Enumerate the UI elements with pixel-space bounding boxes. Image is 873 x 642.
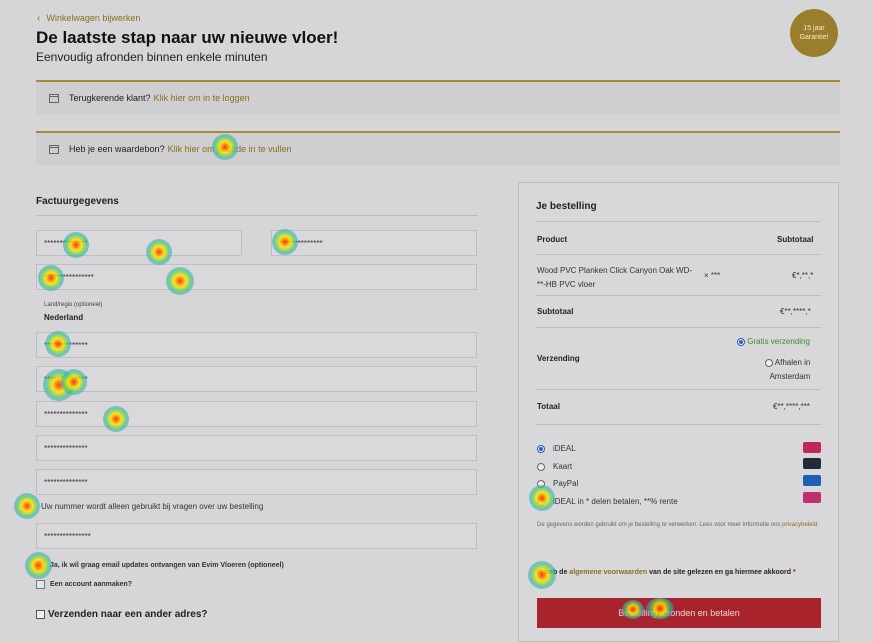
payment-ideal-in3-radio[interactable]	[537, 497, 545, 506]
payment-ideal[interactable]: iDEAL	[537, 444, 576, 453]
total-value: €**,****,***	[773, 402, 810, 411]
payment-ideal-label: iDEAL	[553, 444, 576, 453]
guarantee-badge: 15 jaar Garantie!	[790, 9, 838, 57]
phone-note: Uw nummer wordt alleen gebruikt bij vrag…	[41, 502, 264, 511]
guarantee-badge-text: 15 jaar Garantie!	[799, 25, 829, 41]
payment-card-radio[interactable]	[537, 462, 545, 471]
create-account-checkbox[interactable]	[36, 580, 45, 589]
calendar-icon	[49, 144, 59, 154]
order-title: Je bestelling	[536, 201, 597, 212]
col-subtotal-header: Subtotaal	[777, 235, 814, 244]
required-marker: *	[793, 569, 796, 576]
shipping-free-label: Gratis verzending	[747, 337, 810, 346]
country-label: Land/regio (optioneel)	[44, 302, 103, 308]
first-name-field[interactable]: **************	[36, 230, 242, 256]
house-number-field[interactable]: **************	[36, 366, 477, 392]
page-title: De laatste stap naar uw nieuwe vloer!	[36, 28, 339, 47]
postcode-field[interactable]: **************	[36, 401, 477, 427]
payment-paypal[interactable]: PayPal	[537, 479, 578, 488]
ideal-icon	[803, 442, 821, 453]
create-account-row[interactable]: Een account aanmaken?	[36, 580, 132, 589]
billing-title: Factuurgegevens	[36, 196, 119, 207]
terms-checkbox-row[interactable]: Ik heb de algemene voorwaarden van de si…	[537, 565, 821, 580]
terms-link[interactable]: algemene voorwaarden	[569, 569, 647, 576]
order-row-divider	[536, 389, 821, 390]
shipping-label: Verzending	[537, 354, 580, 363]
card-icon	[803, 458, 821, 469]
in3-icon	[803, 492, 821, 503]
coupon-notice: Heb je een waardebon? Klik hier om je co…	[36, 131, 840, 165]
calendar-icon	[49, 93, 59, 103]
returning-customer-notice: Terugkerende klant? Klik hier om in te l…	[36, 80, 840, 114]
subtotal-label: Subtotaal	[537, 307, 574, 316]
shipping-pickup-option[interactable]: Afhalen in Amsterdam	[765, 356, 810, 384]
returning-customer-text: Terugkerende klant?	[69, 93, 151, 103]
subtotal-value: €**,****,*	[780, 307, 811, 316]
ship-other-checkbox[interactable]	[36, 610, 45, 619]
shipping-free-radio[interactable]	[737, 337, 745, 346]
city-field[interactable]: **************	[36, 435, 477, 461]
back-to-cart-label: Winkelwagen bijwerken	[46, 13, 141, 23]
last-name-field[interactable]: **************	[271, 230, 477, 256]
order-divider	[536, 221, 821, 222]
product-quantity: × ***	[704, 271, 721, 280]
login-link[interactable]: Klik hier om in te loggen	[154, 93, 250, 103]
payment-card-label: Kaart	[553, 462, 573, 471]
privacy-notice: De gegevens worden gebruikt om je bestel…	[537, 522, 819, 528]
shipping-free-option[interactable]: Gratis verzending	[737, 337, 810, 346]
order-row-divider	[536, 254, 821, 255]
paypal-icon	[803, 475, 821, 486]
ship-other-address-row[interactable]: Verzenden naar een ander adres?	[36, 609, 208, 620]
country-select[interactable]: Nederland	[44, 313, 83, 322]
payment-paypal-radio[interactable]	[537, 479, 545, 488]
privacy-policy-link[interactable]: privacybeleid.	[782, 522, 819, 528]
chevron-left-icon: ‹	[37, 13, 41, 24]
shipping-pickup-radio[interactable]	[765, 358, 773, 367]
create-account-label: Een account aanmaken?	[50, 581, 133, 588]
company-field[interactable]: ****************	[36, 264, 477, 290]
total-label: Totaal	[537, 402, 560, 411]
coupon-link[interactable]: Klik hier om je code in te vullen	[168, 144, 292, 154]
place-order-button[interactable]: Bestelling afronden en betalen	[537, 598, 821, 628]
order-row-divider	[536, 327, 821, 328]
street-field[interactable]: **************	[36, 332, 477, 358]
back-to-cart-link[interactable]: ‹ Winkelwagen bijwerken	[37, 13, 140, 24]
newsletter-checkbox-row[interactable]: Ja, ik wil graag email updates ontvangen…	[36, 561, 284, 570]
page-subtitle: Eenvoudig afronden binnen enkele minuten	[36, 50, 268, 64]
product-name: Wood PVC Planken Click Canyon Oak WD- **-…	[537, 266, 693, 289]
heatmap-spot	[14, 493, 40, 519]
product-price: €*,**,*	[792, 271, 814, 280]
payment-ideal-radio[interactable]	[537, 444, 545, 453]
coupon-text: Heb je een waardebon?	[69, 144, 165, 154]
newsletter-checkbox[interactable]	[36, 561, 45, 570]
order-row-divider	[536, 424, 821, 425]
payment-ideal-in3[interactable]: iDEAL in * delen betalen, **% rente	[537, 497, 678, 506]
newsletter-label: Ja, ik wil graag email updates ontvangen…	[50, 562, 284, 569]
phone-field[interactable]: **************	[36, 469, 477, 495]
email-field[interactable]: ***************	[36, 523, 477, 549]
payment-card[interactable]: Kaart	[537, 462, 572, 471]
payment-ideal-in3-label: iDEAL in * delen betalen, **% rente	[553, 497, 678, 506]
payment-paypal-label: PayPal	[553, 479, 579, 488]
col-product-header: Product	[537, 235, 568, 244]
order-row-divider	[536, 295, 821, 296]
ship-other-label: Verzenden naar een ander adres?	[48, 609, 208, 620]
billing-divider	[36, 215, 478, 216]
